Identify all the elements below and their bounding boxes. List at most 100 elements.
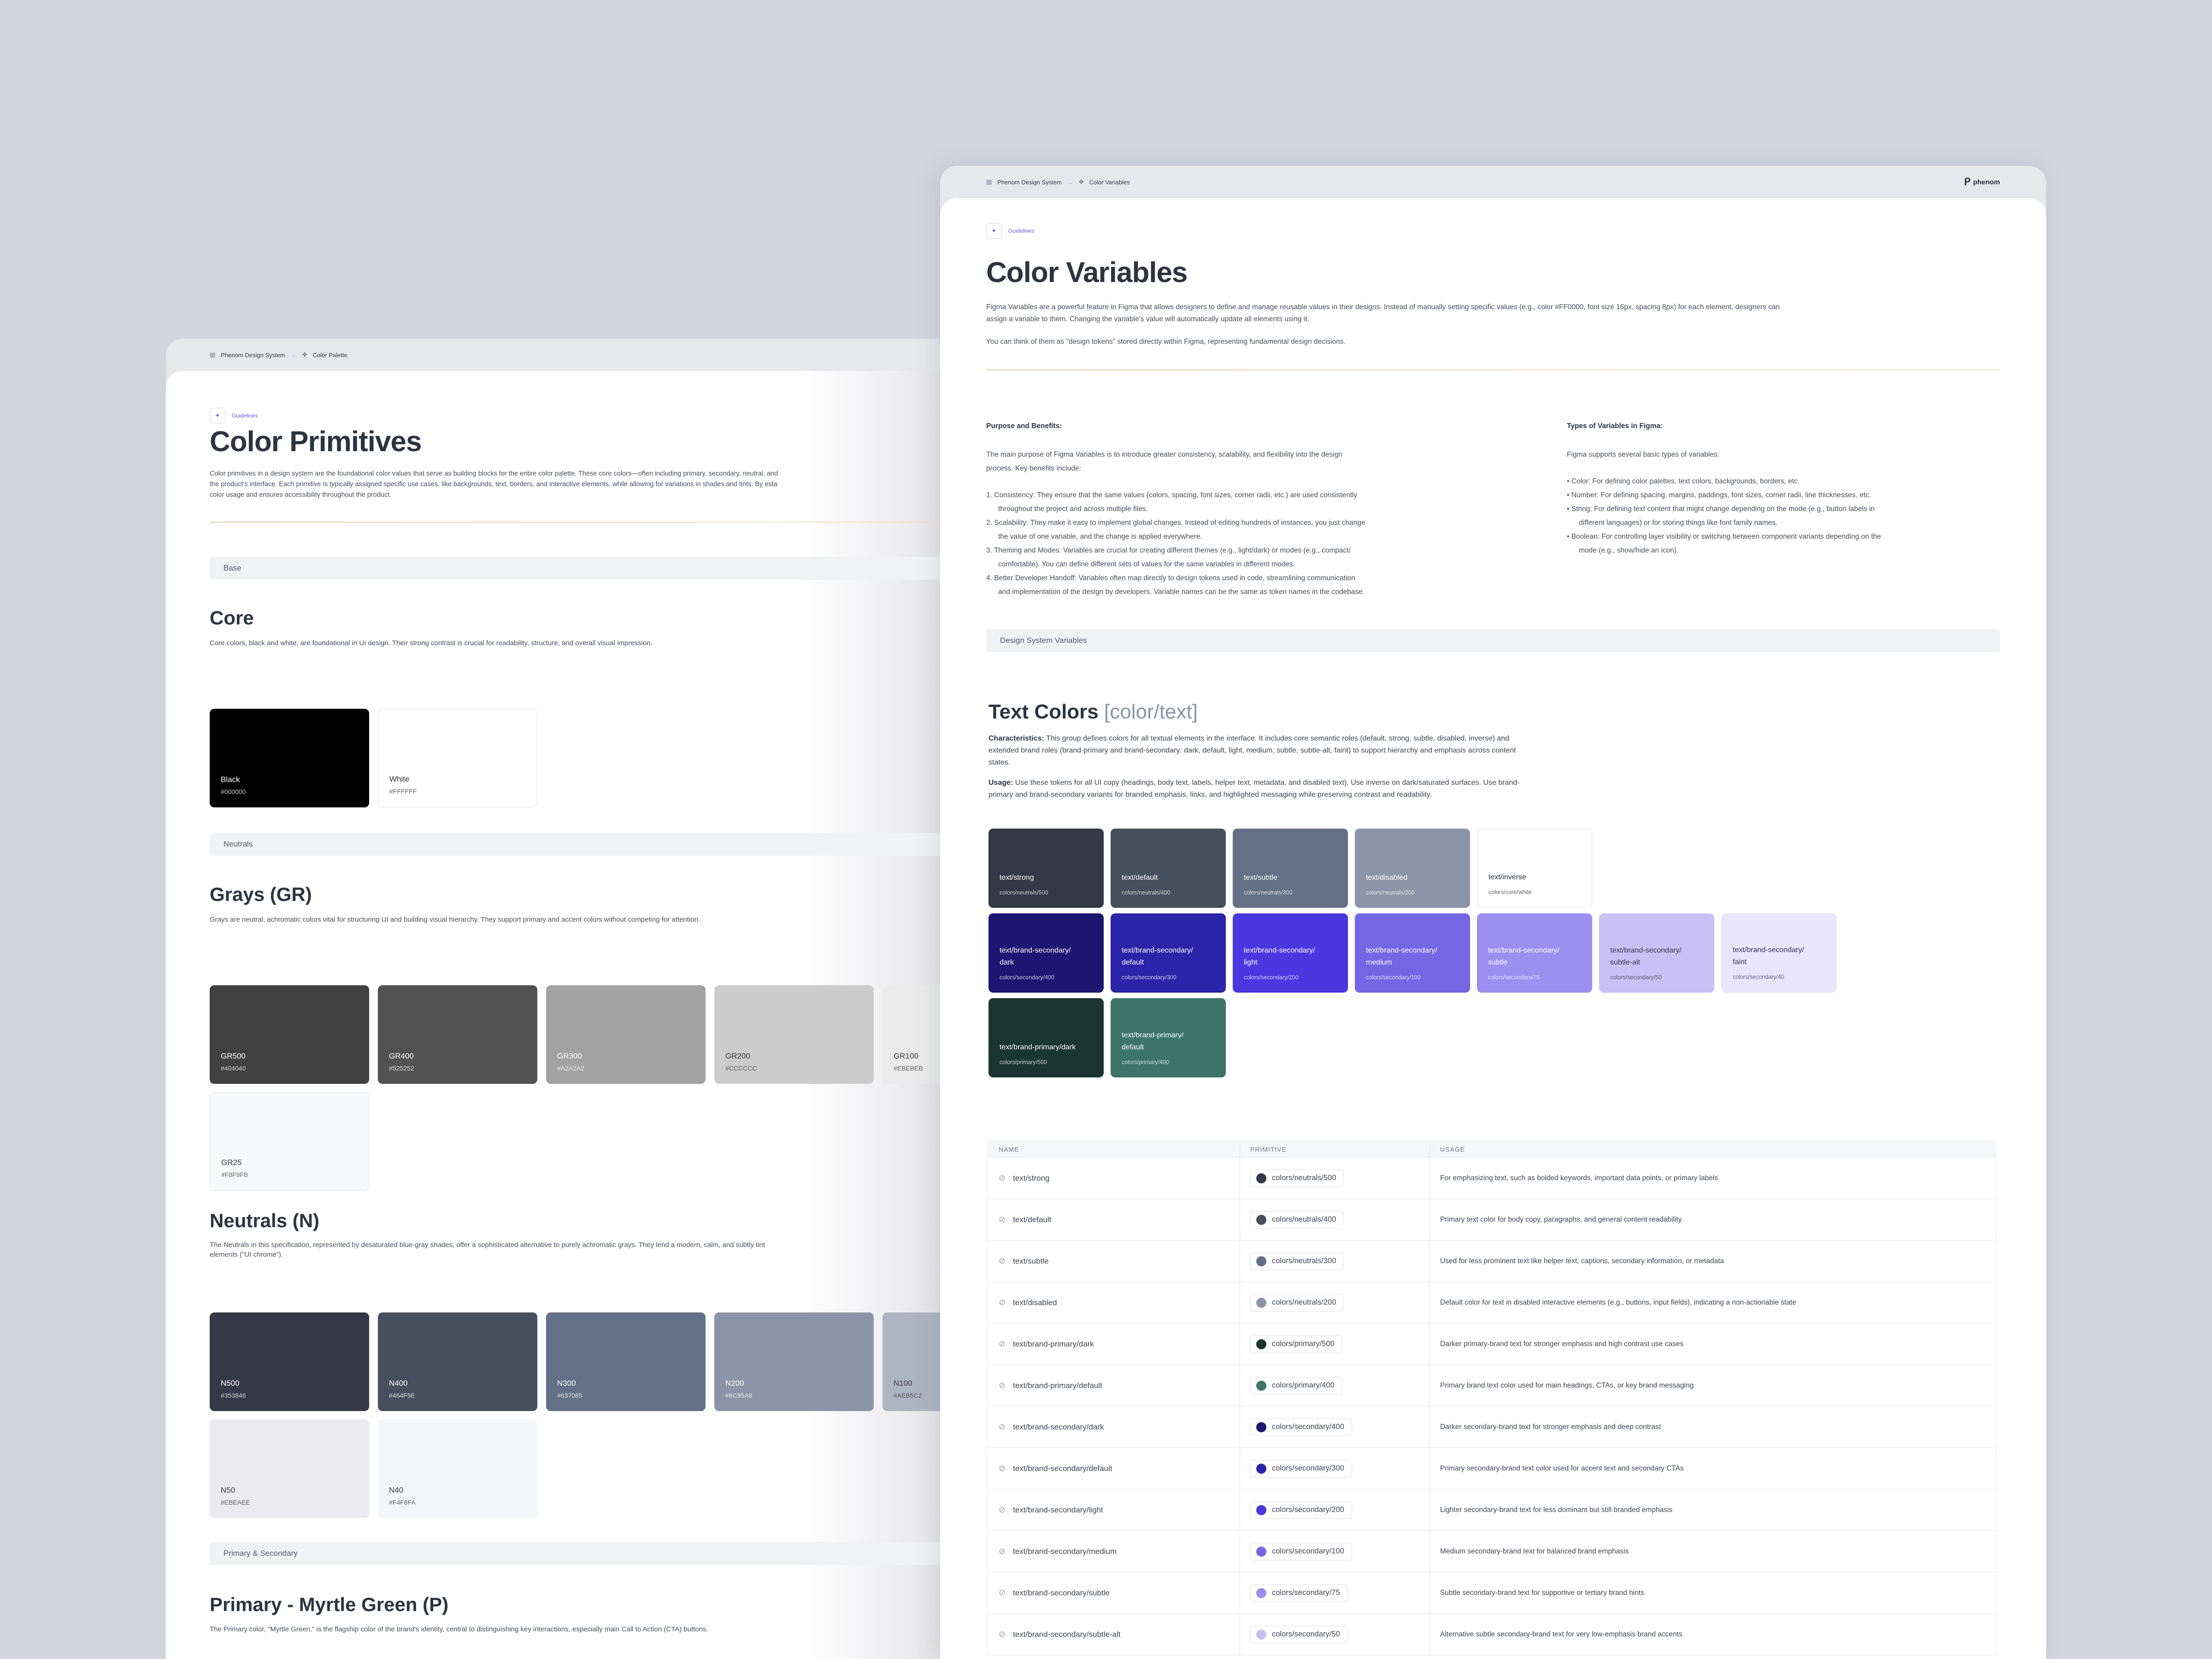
token-tile[interactable]: text/brand-primary/default colors/primary… [1111,998,1226,1077]
tile-token-name: text/brand-secondary/subtle-alt [1610,947,1682,966]
header-usage[interactable]: USAGE [1430,1141,1996,1157]
table-row[interactable]: ⊘ text/brand-primary/default colors/primar… [988,1365,1996,1406]
token-tile[interactable]: text/brand-primary/dark colors/primary/50… [988,998,1104,1077]
primitive-pill[interactable]: colors/primary/400 [1250,1377,1342,1394]
row-name[interactable]: text/brand-secondary/subtle [1013,1588,1110,1598]
row-name[interactable]: text/brand-secondary/subtle-alt [1013,1630,1120,1639]
table-row[interactable]: ⊘ text/brand-secondary/light colors/second… [988,1489,1996,1531]
color-swatch[interactable]: White #FFFFFF [378,709,537,807]
primitive-pill[interactable]: colors/secondary/400 [1250,1418,1352,1436]
primitive-pill[interactable]: colors/secondary/50 [1250,1625,1348,1643]
row-name[interactable]: text/brand-secondary/light [1013,1506,1103,1515]
row-name[interactable]: text/subtle [1013,1257,1049,1266]
tile-token-name: text/brand-primary/dark [1000,1043,1076,1051]
token-tile[interactable]: text/strong colors/neutrals/500 [988,829,1104,908]
token-tile[interactable]: text/brand-secondary/faint colors/seconda… [1721,913,1836,993]
swatch-hex: #FFFFFF [389,788,417,795]
list-item: 3. Theming and Modes: Variables are cruc… [986,547,1351,568]
table-row[interactable]: ⊘ text/brand-secondary/subtle colors/secon… [988,1572,1996,1614]
primitive-pill[interactable]: colors/secondary/200 [1250,1501,1352,1519]
primitive-pill[interactable]: colors/secondary/300 [1250,1459,1352,1477]
header-primitive[interactable]: PRIMITIVE [1240,1141,1430,1157]
table-row[interactable]: ⊘text/brand-secondary/faintcolors/second… [988,1655,1996,1659]
primary-description: The Primary color, "Myrtle Green," is th… [210,1625,708,1633]
divider [986,370,2000,371]
color-swatch[interactable]: N500 #353846 [210,1312,369,1411]
color-swatch[interactable]: GR500 #404040 [210,985,369,1084]
breadcrumb-current[interactable]: Color Palette [313,352,347,359]
color-dot [1256,1588,1266,1598]
table-row[interactable]: ⊘ text/default colors/neutrals/400 Primary … [988,1199,1996,1241]
tile-token-name: text/brand-secondary/medium [1366,947,1437,966]
row-name[interactable]: text/default [1013,1215,1051,1224]
phenom-logo[interactable]: ᑭ phenom [1964,176,2000,188]
color-swatch[interactable]: N400 #464F5E [378,1312,537,1411]
table-row[interactable]: ⊘ text/brand-primary/dark colors/primary/5… [988,1324,1996,1365]
color-swatch[interactable]: GR200 #CCCCCC [714,985,874,1084]
color-swatch[interactable]: GR25 #F8F9FB [210,1092,369,1191]
token-tile[interactable]: text/default colors/neutrals/400 [1111,829,1226,908]
token-tile[interactable]: text/brand-secondary/subtle-alt colors/se… [1599,913,1714,993]
primitive-pill[interactable]: colors/neutrals/200 [1250,1294,1344,1312]
color-variables-window: ▤ Phenom Design System → ✥ Color Variabl… [940,166,2046,1659]
swatch-name: N400 [389,1379,408,1388]
token-tile[interactable]: text/brand-secondary/subtle colors/second… [1477,913,1592,993]
table-row[interactable]: ⊘ text/brand-secondary/dark colors/seconda… [988,1406,1996,1448]
color-swatch[interactable]: N300 #637085 [546,1312,706,1411]
row-name[interactable]: text/brand-primary/default [1013,1381,1102,1390]
tile-primitive: colors/neutrals/300 [1244,889,1293,896]
token-tile[interactable]: text/brand-secondary/light colors/seconda… [1233,913,1348,993]
row-usage: Darker primary-brand text for stronger e… [1440,1340,1684,1348]
color-dot [1256,1173,1266,1183]
row-name[interactable]: text/disabled [1013,1298,1057,1307]
header-name[interactable]: NAME [988,1141,1240,1157]
row-usage: Darker secondary-brand text for stronger… [1440,1423,1661,1431]
breadcrumb-root[interactable]: Phenom Design System [221,352,285,359]
breadcrumb-separator: → [290,351,297,359]
swatch-name: GR300 [557,1052,582,1060]
token-tile[interactable]: text/brand-secondary/medium colors/second… [1355,913,1470,993]
row-name[interactable]: text/brand-secondary/dark [1013,1423,1104,1432]
primitive-pill[interactable]: colors/primary/500 [1250,1335,1342,1353]
primitive-pill[interactable]: colors/secondary/75 [1250,1584,1348,1602]
row-name[interactable]: text/brand-primary/dark [1013,1340,1094,1349]
row-name[interactable]: text/strong [1013,1174,1049,1183]
table-row[interactable]: ⊘ text/strong colors/neutrals/500 For empha… [988,1158,1996,1199]
table-row[interactable]: ⊘ text/brand-secondary/default colors/seco… [988,1448,1996,1489]
color-swatch[interactable]: GR400 #525252 [378,985,537,1084]
primitive-pill[interactable]: colors/neutrals/500 [1250,1169,1344,1187]
token-tile[interactable]: text/disabled colors/neutrals/200 [1355,829,1470,908]
primitive-pill[interactable]: colors/neutrals/300 [1250,1252,1344,1270]
guidelines-badge[interactable]: ✦ Guidelines [210,408,258,424]
table-row[interactable]: ⊘ text/subtle colors/neutrals/300 Used for … [988,1241,1996,1282]
token-tile[interactable]: text/subtle colors/neutrals/300 [1233,829,1348,908]
table-row[interactable]: ⊘ text/brand-secondary/medium colors/secon… [988,1531,1996,1572]
token-tile[interactable]: text/brand-secondary/dark colors/secondar… [988,913,1104,993]
color-dot [1256,1256,1266,1266]
token-tile[interactable]: text/brand-secondary/default colors/secon… [1111,913,1226,993]
neutrals-description: The Neutrals in this specification, repr… [210,1241,765,1259]
table-row[interactable]: ⊘ text/disabled colors/neutrals/200 Default… [988,1282,1996,1324]
intro-note: You can think of them as "design tokens"… [986,338,1346,346]
row-name[interactable]: text/brand-secondary/medium [1013,1547,1117,1556]
tile-token-name: text/brand-secondary/default [1122,947,1193,966]
color-swatch[interactable]: Black #000000 [210,709,369,807]
primitive-pill[interactable]: colors/neutrals/400 [1250,1211,1344,1229]
primitive-pill[interactable]: colors/secondary/100 [1250,1542,1352,1560]
token-tile[interactable]: text/inverse colors/core/white [1477,829,1592,908]
tile-primitive: colors/core/white [1488,889,1532,895]
tile-primitive: colors/neutrals/200 [1366,889,1415,896]
table-row[interactable]: ⊘ text/brand-secondary/subtle-alt colors/s… [988,1614,1996,1655]
tile-token-name: text/inverse [1488,873,1526,881]
core-description: Core colors, black and white, are founda… [210,639,653,647]
guidelines-badge[interactable]: ✦ Guidelines [986,223,1035,239]
swatch-hex: #637085 [557,1392,582,1399]
color-swatch[interactable]: N40 #F4F8FA [378,1419,537,1518]
row-usage: Subtle secondary-brand text for supporti… [1440,1588,1644,1597]
breadcrumb-root[interactable]: Phenom Design System [997,179,1061,186]
color-swatch[interactable]: N50 #EBEAEE [210,1419,369,1518]
color-swatch[interactable]: GR300 #A2A2A2 [546,985,706,1084]
breadcrumb-current[interactable]: Color Variables [1089,179,1130,186]
row-name[interactable]: text/brand-secondary/default [1013,1464,1112,1473]
color-swatch[interactable]: N200 #8C95A8 [714,1312,874,1411]
